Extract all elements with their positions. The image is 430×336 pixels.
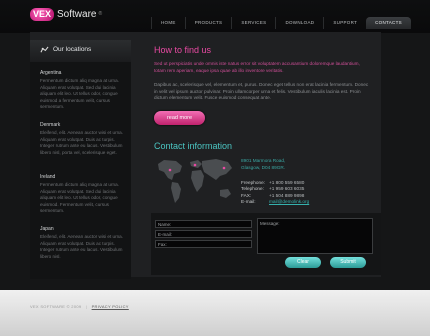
location-item: Denmark Eleifend, elit. Aenean auctor wi… — [40, 122, 126, 156]
location-item: Japan Eleifend, elit. Aenean auctor wisi… — [40, 226, 126, 260]
world-map-image — [158, 159, 232, 203]
contact-label: E-mail: — [241, 199, 256, 205]
location-item: Ireland Fermentum dictum aliq magna at u… — [40, 174, 126, 215]
address-line: 8901 Marmora Road, — [241, 158, 286, 163]
copyright-text: VEX SOFTWARE © 2009 — [30, 304, 82, 309]
location-text: Fermentum dictum aliq magna at urna. Ali… — [40, 78, 119, 110]
nav-download[interactable]: DOWNLOAD — [275, 17, 323, 29]
location-text: Fermentum dictum aliq magna at urna. Ali… — [40, 182, 119, 214]
logo-registered: ® — [98, 11, 103, 17]
nav-services[interactable]: SERVICES — [231, 17, 275, 29]
message-field[interactable]: Message: — [257, 218, 373, 254]
location-name: Argentina — [40, 70, 62, 76]
nav-home[interactable]: HOME — [151, 17, 185, 29]
logo-text: Software — [57, 8, 97, 20]
clear-button[interactable]: Clear — [285, 257, 321, 268]
location-text: Eleifend, elit. Aenean auctor wisi et ur… — [40, 234, 123, 259]
email-field[interactable]: E-mail: — [155, 230, 252, 238]
main-nav: HOME PRODUCTS SERVICES DOWNLOAD SUPPORT … — [151, 17, 411, 29]
submit-button[interactable]: Submit — [330, 257, 366, 268]
location-name: Ireland — [40, 174, 56, 180]
sidebar-title: Our locations — [53, 46, 92, 53]
find-us-heading: How to find us — [154, 45, 212, 55]
location-name: Japan — [40, 226, 54, 232]
footer-text: VEX SOFTWARE © 2009 | PRIVACY POLICY — [30, 304, 129, 309]
location-item: Argentina Fermentum dictum aliq magna at… — [40, 70, 126, 111]
footer-separator: | — [85, 304, 88, 309]
contact-row: E-mail: mail@demolink.org — [241, 199, 309, 205]
nav-support[interactable]: SUPPORT — [323, 17, 366, 29]
read-more-button[interactable]: read more — [154, 111, 205, 125]
email-link[interactable]: mail@demolink.org — [269, 199, 309, 205]
logo-mark: VEX — [30, 7, 55, 21]
locations-sidebar: Our locations Argentina Fermentum dictum… — [30, 40, 131, 279]
find-us-intro: Sed ut perspiciatis unde omnis iste natu… — [154, 61, 360, 73]
location-text: Eleifend, elit. Aenean auctor wisi et ur… — [40, 130, 123, 155]
footer — [0, 290, 430, 336]
location-name: Denmark — [40, 122, 61, 128]
fax-field[interactable]: Fax: — [155, 240, 252, 248]
find-us-text: Dapibus ac, scelerisque vel, elementum e… — [154, 82, 369, 101]
sidebar-header: Our locations — [30, 40, 131, 62]
name-field[interactable]: Name: — [155, 220, 252, 228]
contact-heading: Contact information — [154, 141, 233, 151]
logo[interactable]: VEX Software ® — [30, 7, 102, 21]
privacy-policy-link[interactable]: PRIVACY POLICY — [92, 304, 129, 309]
address-line: Glasgow, D04 89GR. — [241, 164, 286, 170]
contact-table: Freephone: +1 800 559 6580 Telephone: +1… — [241, 180, 309, 206]
contact-address: 8901 Marmora Road, Glasgow, D04 89GR. — [241, 158, 285, 171]
nav-products[interactable]: PRODUCTS — [184, 17, 232, 29]
nav-contacts[interactable]: CONTACTS — [366, 17, 411, 29]
globe-icon — [40, 46, 49, 53]
